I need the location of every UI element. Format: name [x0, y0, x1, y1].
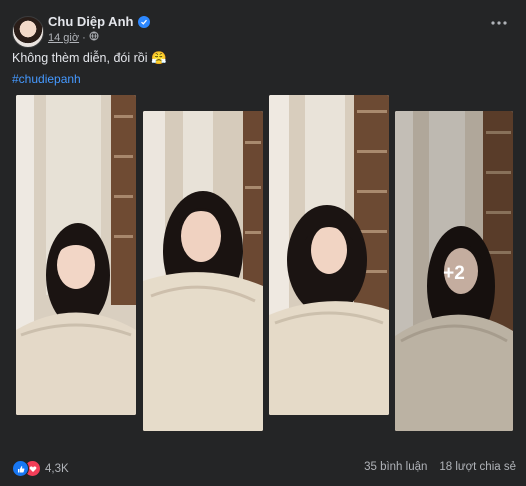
photo-2[interactable]	[143, 111, 263, 431]
photo-4[interactable]: +2	[395, 111, 513, 431]
dot-separator: ·	[82, 31, 86, 44]
post-caption: Không thèm diễn, đói rồi 😤	[12, 51, 167, 65]
more-options-icon[interactable]	[486, 12, 512, 34]
verified-badge-icon	[138, 15, 151, 28]
like-reaction-icon	[12, 460, 29, 477]
hashtag-link[interactable]: #chudiepanh	[12, 72, 81, 86]
more-photos-overlay[interactable]: +2	[395, 111, 513, 431]
reaction-count[interactable]: 4,3K	[45, 463, 69, 475]
globe-icon[interactable]	[89, 31, 99, 44]
post-card: Chu Diệp Anh 14 giờ · Không thèm diễn, đ…	[0, 0, 526, 486]
photo-1[interactable]	[16, 95, 136, 415]
post-meta: 14 giờ ·	[48, 31, 99, 44]
post-time[interactable]: 14 giờ	[48, 32, 79, 44]
more-photos-count: +2	[443, 263, 465, 284]
share-count[interactable]: 18 lượt chia sẻ	[439, 461, 516, 473]
author-avatar[interactable]	[12, 16, 44, 48]
photo-3[interactable]	[269, 95, 389, 415]
comment-count[interactable]: 35 bình luận	[364, 461, 427, 473]
reaction-summary[interactable]: 4,3K	[12, 460, 69, 477]
post-stats: 35 bình luận 18 lượt chia sẻ	[364, 461, 516, 473]
author-name[interactable]: Chu Diệp Anh	[48, 14, 133, 29]
author-name-row: Chu Diệp Anh	[48, 14, 151, 29]
